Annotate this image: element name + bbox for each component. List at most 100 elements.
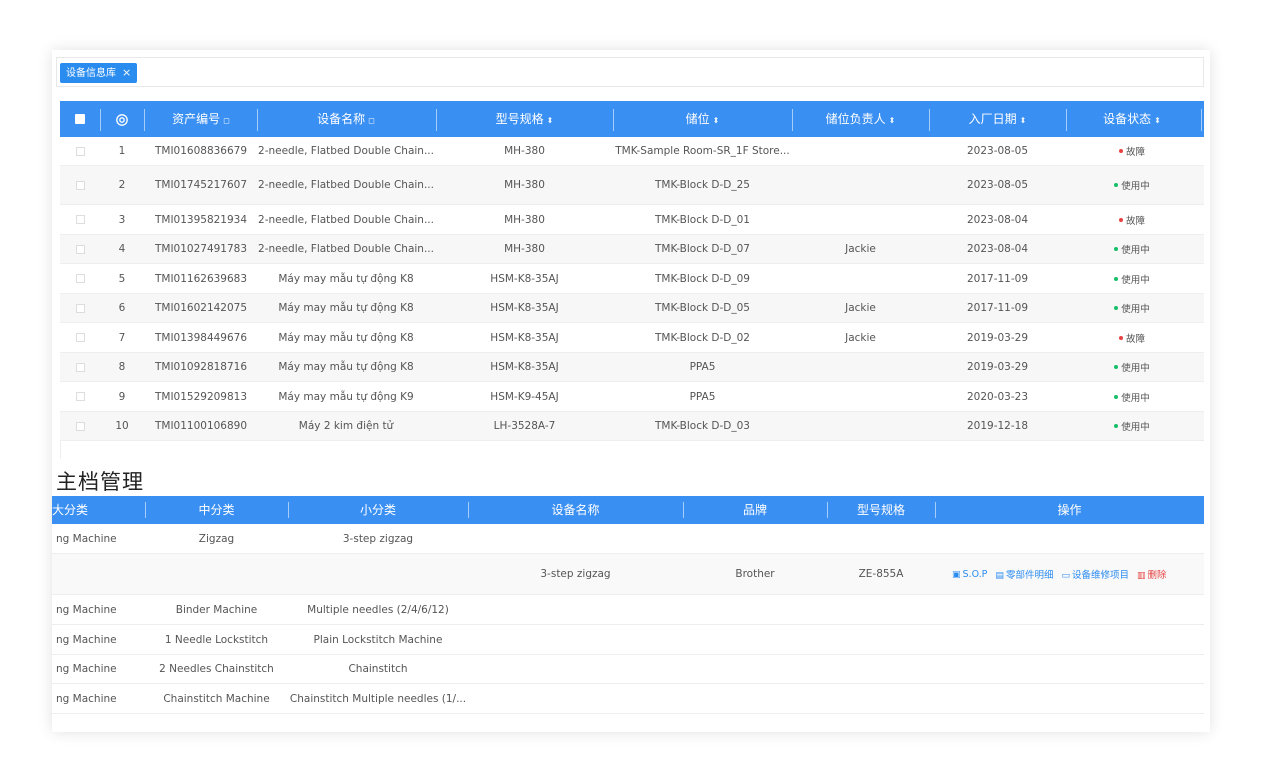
- row-checkbox[interactable]: [72, 382, 88, 411]
- cell-location: TMK-Block D-D_01: [655, 213, 750, 226]
- status-text: 使用中: [1121, 422, 1150, 433]
- col-name[interactable]: 设备名称 ◻: [257, 101, 435, 137]
- col-asset-no[interactable]: 资产编号 ◻: [144, 101, 258, 137]
- row-checkbox[interactable]: [72, 205, 88, 234]
- cell-owner: Jackie: [845, 243, 876, 255]
- repair-items-link-label: 设备维修项目: [1071, 570, 1129, 581]
- close-icon[interactable]: ×: [122, 66, 131, 79]
- cell-name: [468, 595, 683, 624]
- table-row[interactable]: 9 TMI01529209813 Máy may mẫu tự động K9 HSM…: [60, 382, 1204, 412]
- cell-model: MH-380: [504, 145, 545, 157]
- cell-owner: [792, 205, 929, 234]
- column-settings-icon[interactable]: [110, 101, 134, 137]
- table-row[interactable]: 5 TMI01162639683 Máy may mẫu tự động K8 HSM…: [60, 264, 1204, 294]
- status-dot-icon: [1114, 394, 1119, 399]
- row-checkbox[interactable]: [72, 353, 88, 381]
- tab-bar: 设备信息库 ×: [56, 57, 1204, 87]
- table-row[interactable]: ng Machine Binder Machine Multiple needles…: [52, 595, 1204, 625]
- filter-icon[interactable]: ◻: [368, 116, 375, 125]
- row-checkbox[interactable]: [72, 294, 88, 322]
- cell-location: PPA5: [689, 361, 716, 373]
- sop-link[interactable]: ▣ S.O.P: [952, 569, 987, 580]
- cell-asset-no: TMI01027491783: [154, 243, 248, 255]
- cell-date: 2023-08-04: [966, 243, 1029, 255]
- table-row[interactable]: 10 TMI01100106890 Máy 2 kim điện tử LH-3528…: [60, 412, 1204, 441]
- status-text: 故障: [1125, 147, 1145, 158]
- col-owner[interactable]: 储位负责人 ⬍: [792, 101, 929, 137]
- delete-button[interactable]: ▥ 删除: [1137, 567, 1167, 581]
- cell-major: [56, 554, 145, 594]
- master-table-body: ng Machine Zigzag 3-step zigzag 3-step zigz…: [52, 524, 1204, 714]
- col-model[interactable]: 型号规格 ⬍: [436, 101, 613, 137]
- cell-model: [827, 595, 935, 624]
- col-status[interactable]: 设备状态 ⬍: [1066, 101, 1198, 137]
- row-checkbox[interactable]: [72, 323, 88, 352]
- table-row[interactable]: 4 TMI01027491783 2-needle, Flatbed Double …: [60, 235, 1204, 264]
- row-actions: ▣ S.O.P ▤ 零部件明细 ▭ 设备维修项目 ▥ 删除: [952, 554, 1202, 594]
- col-location[interactable]: 储位 ⬍: [613, 101, 792, 137]
- row-checkbox[interactable]: [72, 137, 88, 165]
- cell-owner: Jackie: [845, 331, 876, 344]
- cell-date: 2017-11-09: [966, 272, 1029, 285]
- cell-mid: Zigzag: [198, 532, 235, 545]
- cell-major: ng Machine: [56, 663, 117, 675]
- col-major-category: 大分类: [52, 503, 89, 517]
- table-row[interactable]: 6 TMI01602142075 Máy may mẫu tự động K8 HSM…: [60, 294, 1204, 323]
- cell-mid: Binder Machine: [175, 603, 258, 616]
- sort-icon[interactable]: ⬍: [713, 116, 720, 125]
- cell-idx: 5: [118, 272, 126, 285]
- status-badge: 使用中: [1066, 166, 1198, 204]
- cell-mid: 1 Needle Lockstitch: [164, 633, 269, 646]
- status-badge: 使用中: [1066, 294, 1198, 322]
- row-checkbox[interactable]: [72, 166, 88, 204]
- table-row[interactable]: 1 TMI01608836679 2-needle, Flatbed Double …: [60, 137, 1204, 166]
- filter-icon[interactable]: ◻: [223, 116, 230, 125]
- table-row[interactable]: ng Machine Zigzag 3-step zigzag: [52, 524, 1204, 554]
- table-row[interactable]: ng Machine 2 Needles Chainstitch Chainstit…: [52, 655, 1204, 684]
- cell-location: PPA5: [689, 390, 716, 403]
- cell-location: TMK-Block D-D_25: [655, 179, 750, 191]
- tab-equipment-info[interactable]: 设备信息库 ×: [60, 63, 138, 83]
- table-row[interactable]: ng Machine Chainstitch Machine Chainstitch…: [52, 684, 1204, 714]
- parts-detail-link[interactable]: ▤ 零部件明细: [995, 567, 1053, 581]
- cell-name: Máy may mẫu tự động K8: [278, 331, 414, 344]
- table-footer-space: [60, 441, 1204, 459]
- table-row[interactable]: 8 TMI01092818716 Máy may mẫu tự động K8 HSM…: [60, 353, 1204, 382]
- equipment-table-header: 资产编号 ◻ 设备名称 ◻ 型号规格 ⬍ 储位 ⬍ 储位负责人 ⬍ 入厂日期 ⬍ 设备状态 ⬍: [60, 101, 1204, 137]
- cell-idx: 6: [118, 302, 126, 314]
- cell-asset-no: TMI01602142075: [154, 302, 248, 314]
- cell-model: [827, 684, 935, 713]
- table-row[interactable]: 7 TMI01398449676 Máy may mẫu tự động K8 HSM…: [60, 323, 1204, 353]
- cell-location: TMK-Sample Room-SR_1F Store...: [615, 145, 790, 157]
- sort-icon[interactable]: ⬍: [1020, 116, 1027, 125]
- cell-brand: [683, 655, 827, 683]
- sort-icon[interactable]: ⬍: [889, 116, 896, 125]
- table-row[interactable]: ng Machine 1 Needle Lockstitch Plain Locks…: [52, 625, 1204, 655]
- sort-icon[interactable]: ⬍: [1154, 116, 1161, 125]
- cell-idx: 7: [118, 331, 126, 344]
- select-all-checkbox[interactable]: [72, 101, 88, 137]
- list-icon: ▤: [995, 571, 1004, 581]
- cell-idx: 8: [118, 361, 126, 373]
- row-checkbox[interactable]: [72, 235, 88, 263]
- tab-label: 设备信息库: [66, 68, 116, 79]
- table-row[interactable]: 2 TMI01745217607 2-needle, Flatbed Double …: [60, 166, 1204, 205]
- table-row[interactable]: 3-step zigzag ZE-855A Brother ▣ S.O.P ▤ 零部件明细 ▭…: [52, 554, 1204, 595]
- cell-asset-no: TMI01745217607: [154, 179, 248, 191]
- repair-items-link[interactable]: ▭ 设备维修项目: [1061, 567, 1129, 581]
- cell-date: 2019-12-18: [966, 420, 1029, 432]
- sort-icon[interactable]: ⬍: [547, 116, 554, 125]
- cell-model: ZE-855A: [858, 568, 904, 580]
- status-badge: 使用中: [1066, 382, 1198, 411]
- cell-date: 2023-08-05: [966, 145, 1029, 157]
- cell-brand: [683, 684, 827, 713]
- cell-model: HSM-K8-35AJ: [490, 272, 559, 285]
- row-checkbox[interactable]: [72, 264, 88, 293]
- row-checkbox[interactable]: [72, 412, 88, 440]
- col-date[interactable]: 入厂日期 ⬍: [929, 101, 1066, 137]
- status-dot-icon: [1114, 424, 1119, 428]
- table-row[interactable]: 3 TMI01395821934 2-needle, Flatbed Double …: [60, 205, 1204, 235]
- cell-name: 2-needle, Flatbed Double Chain...: [258, 243, 434, 255]
- cell-date: 2020-03-23: [966, 390, 1029, 403]
- cell-location: TMK-Block D-D_09: [655, 272, 750, 285]
